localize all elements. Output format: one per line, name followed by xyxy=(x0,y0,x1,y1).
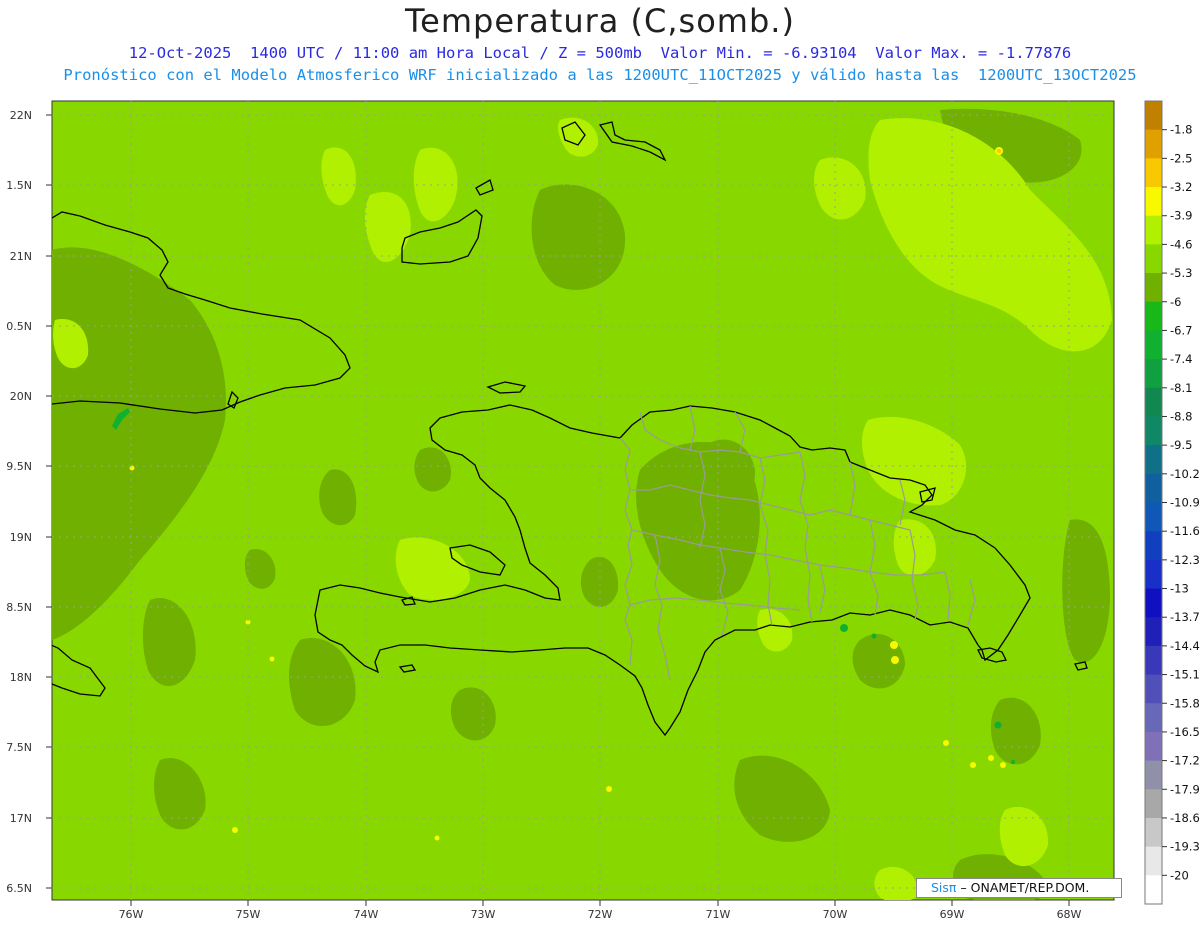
colorbar-swatch xyxy=(1145,244,1162,274)
lon-label: 73W xyxy=(471,908,496,921)
lat-label: 18N xyxy=(10,671,32,684)
colorbar-swatch xyxy=(1145,846,1162,876)
colorbar-label: -12.3 xyxy=(1170,553,1200,567)
colorbar-swatch xyxy=(1145,445,1162,475)
lat-label: 1.5N xyxy=(6,179,32,192)
colorbar-swatch xyxy=(1145,473,1162,503)
colorbar-swatch xyxy=(1145,531,1162,561)
sispi-logo: Sisπ xyxy=(931,880,957,895)
colorbar-label: -4.6 xyxy=(1170,237,1192,251)
colorbar-label: -2.5 xyxy=(1170,151,1192,165)
lon-label: 74W xyxy=(354,908,379,921)
colorbar-swatch xyxy=(1145,588,1162,618)
colorbar-label: -14.4 xyxy=(1170,639,1200,653)
lat-label: 6.5N xyxy=(6,882,32,895)
credit-legend: Sisπ – ONAMET/REP.DOM. xyxy=(916,878,1122,898)
lon-label: 71W xyxy=(706,908,731,921)
lat-label: 17N xyxy=(10,812,32,825)
colorbar-label: -5.3 xyxy=(1170,266,1192,280)
colorbar-label: -3.2 xyxy=(1170,180,1192,194)
lat-label: 9.5N xyxy=(6,460,32,473)
credit-org-text: – ONAMET/REP.DOM. xyxy=(960,880,1090,895)
colorbar-label: -13.7 xyxy=(1170,610,1200,624)
lon-label: 68W xyxy=(1057,908,1082,921)
colorbar-label: -20 xyxy=(1170,868,1189,882)
colorbar-swatch xyxy=(1145,273,1162,303)
colorbar-label: -16.5 xyxy=(1170,725,1200,739)
lat-label: 21N xyxy=(10,250,32,263)
lon-label: 69W xyxy=(940,908,965,921)
lat-label: 22N xyxy=(10,109,32,122)
colorbar-label: -10.2 xyxy=(1170,467,1200,481)
lat-axis: 22N 1.5N 21N 0.5N 20N 9.5N 19N 8.5N 18N … xyxy=(6,109,52,895)
colorbar-label: -8.8 xyxy=(1170,409,1192,423)
temperature-map: 22N 1.5N 21N 0.5N 20N 9.5N 19N 8.5N 18N … xyxy=(6,100,1200,921)
colorbar-swatch xyxy=(1145,359,1162,389)
lat-label: 8.5N xyxy=(6,601,32,614)
colorbar-label: -17.9 xyxy=(1170,782,1200,796)
colorbar-swatch xyxy=(1145,559,1162,589)
colorbar-swatch xyxy=(1145,703,1162,733)
lat-label: 7.5N xyxy=(6,741,32,754)
lat-label: 0.5N xyxy=(6,320,32,333)
colorbar-label: -9.5 xyxy=(1170,438,1192,452)
colorbar-swatch xyxy=(1145,875,1162,905)
colorbar-label: -15.8 xyxy=(1170,696,1200,710)
colorbar-label: -18.6 xyxy=(1170,811,1200,825)
colorbar-swatch xyxy=(1145,416,1162,446)
lon-label: 76W xyxy=(119,908,144,921)
colorbar-label: -8.1 xyxy=(1170,381,1192,395)
lat-label: 19N xyxy=(10,531,32,544)
colorbar-swatch xyxy=(1145,215,1162,245)
lon-axis: 76W 75W 74W 73W 72W 71W 70W 69W 68W xyxy=(119,900,1082,921)
colorbar-label: -19.3 xyxy=(1170,840,1200,854)
colorbar-label: -3.9 xyxy=(1170,209,1192,223)
lon-label: 70W xyxy=(823,908,848,921)
colorbar-swatch xyxy=(1145,502,1162,532)
colorbar-swatch xyxy=(1145,617,1162,647)
colorbar-label: -7.4 xyxy=(1170,352,1192,366)
colorbar-swatch xyxy=(1145,817,1162,848)
lon-label: 75W xyxy=(236,908,261,921)
colorbar-label: -13 xyxy=(1170,582,1189,596)
colorbar-label: -6.7 xyxy=(1170,323,1192,337)
colorbar-swatch xyxy=(1145,187,1162,217)
colorbar-swatch xyxy=(1145,789,1162,819)
colorbar-swatch xyxy=(1145,674,1162,704)
colorbar-swatch xyxy=(1145,158,1162,188)
colorbar-label: -1.8 xyxy=(1170,123,1192,137)
colorbar-swatch xyxy=(1145,301,1162,331)
colorbar-swatch xyxy=(1145,101,1162,131)
colorbar-swatch xyxy=(1145,731,1162,762)
colorbar-swatch xyxy=(1145,760,1162,790)
colorbar-label: -6 xyxy=(1170,295,1181,309)
colorbar-swatch xyxy=(1145,129,1162,159)
colorbar-swatch xyxy=(1145,645,1162,675)
colorbar-label: -10.9 xyxy=(1170,496,1200,510)
lat-label: 20N xyxy=(10,390,32,403)
colorbar-label: -17.2 xyxy=(1170,754,1200,768)
lon-label: 72W xyxy=(588,908,613,921)
colorbar: -1.8 -2.5 -3.2 -3.9 -4.6 -5.3 -6 -6.7 -7.4 -8.1 -8… xyxy=(1144,100,1200,905)
colorbar-label: -11.6 xyxy=(1170,524,1200,538)
colorbar-swatch xyxy=(1145,330,1162,360)
colorbar-swatch xyxy=(1145,387,1162,417)
colorbar-label: -15.1 xyxy=(1170,668,1200,682)
